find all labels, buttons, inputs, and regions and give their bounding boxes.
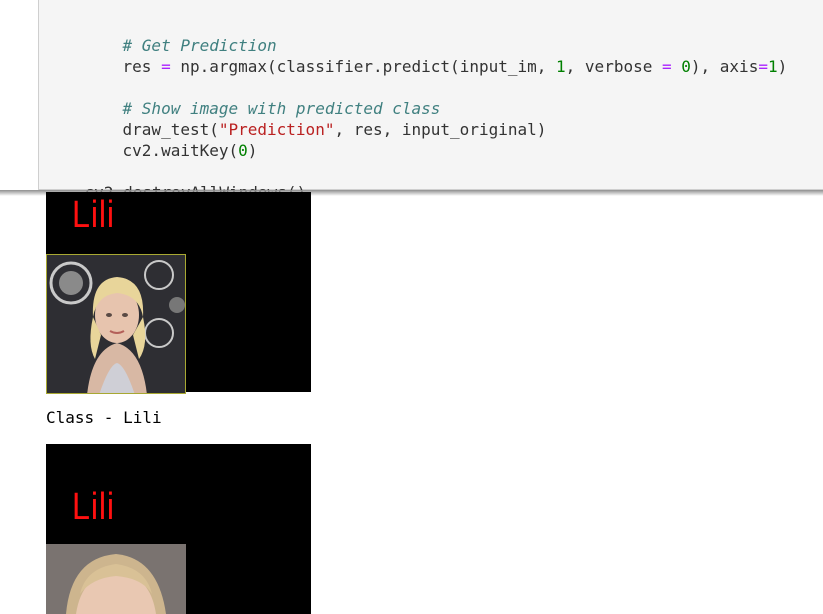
code-token: , res, input_original) bbox=[334, 120, 547, 139]
code-token: res bbox=[122, 57, 162, 76]
output-image-2: Lili bbox=[46, 444, 311, 614]
number-token: 0 bbox=[238, 141, 248, 160]
operator-token: = bbox=[661, 57, 672, 76]
number-token: 1 bbox=[556, 57, 566, 76]
code-token: np.argmax(classifier.predict(input_im, bbox=[170, 57, 557, 76]
code-token: ) bbox=[777, 57, 788, 76]
code-token: ), axis bbox=[690, 57, 759, 76]
number-token: 1 bbox=[767, 57, 778, 76]
face-photo bbox=[46, 254, 186, 394]
output-image-1: Lili bbox=[46, 192, 311, 394]
operator-token: = bbox=[161, 57, 171, 76]
operator-token: = bbox=[758, 57, 768, 76]
face-photo-graphic bbox=[46, 544, 186, 614]
face-photo-graphic bbox=[47, 255, 185, 393]
code-token: ) bbox=[247, 141, 258, 160]
code-cell[interactable]: # Get Prediction res = np.argmax(classif… bbox=[38, 0, 823, 202]
prediction-label: Lili bbox=[72, 486, 115, 528]
prediction-label: Lili bbox=[72, 194, 115, 236]
code-token: cv2.waitKey( bbox=[122, 141, 239, 160]
code-token: , verbose bbox=[565, 57, 662, 76]
class-output-text: Class - Lili bbox=[46, 408, 162, 427]
number-token: 0 bbox=[671, 57, 691, 76]
face-photo bbox=[46, 544, 186, 614]
